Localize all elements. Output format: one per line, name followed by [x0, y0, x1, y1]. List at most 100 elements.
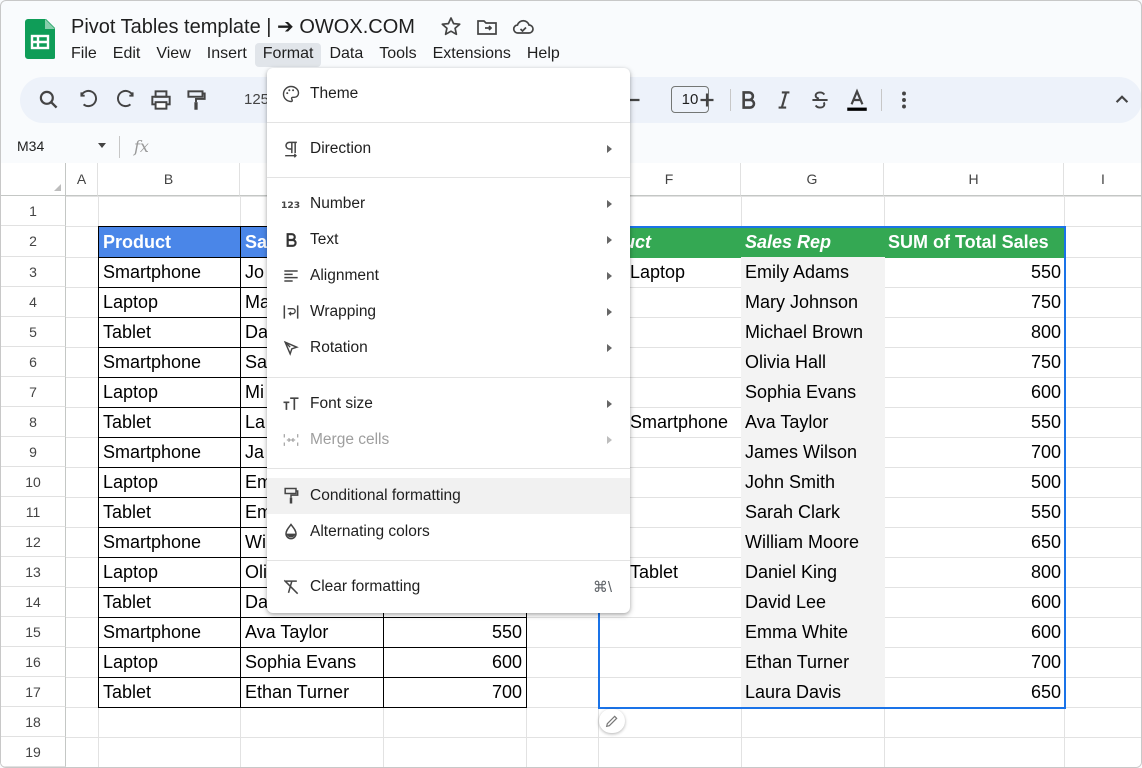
menu-item-alignment[interactable]: Alignment — [267, 258, 630, 294]
table-cell[interactable]: 550 — [383, 617, 527, 648]
pivot-cell[interactable]: 600 — [884, 377, 1065, 408]
row-header-11[interactable]: 11 — [1, 497, 66, 527]
name-box[interactable]: M34 — [17, 138, 44, 154]
menu-item-direction[interactable]: Direction — [267, 131, 630, 167]
menu-item-wrapping[interactable]: Wrapping — [267, 294, 630, 330]
table-cell[interactable]: Tablet — [98, 317, 241, 348]
row-header-9[interactable]: 9 — [1, 437, 66, 467]
table-cell[interactable]: Tablet — [98, 497, 241, 528]
pivot-header-cell[interactable]: Sales Rep — [741, 226, 885, 258]
pivot-cell[interactable]: 750 — [884, 347, 1065, 378]
sheets-logo-icon[interactable] — [25, 19, 55, 59]
pivot-cell[interactable] — [598, 647, 742, 678]
pivot-cell[interactable]: Sophia Evans — [741, 377, 885, 408]
print-icon[interactable] — [148, 87, 174, 113]
row-header-19[interactable]: 19 — [1, 737, 66, 767]
pivot-cell[interactable]: 700 — [884, 437, 1065, 468]
row-header-14[interactable]: 14 — [1, 587, 66, 617]
row-header-4[interactable]: 4 — [1, 287, 66, 317]
collapse-toolbar-icon[interactable] — [1109, 87, 1135, 113]
table-cell[interactable]: Laptop — [98, 467, 241, 498]
menu-item-rotation[interactable]: Rotation — [267, 330, 630, 366]
pivot-cell[interactable]: Laura Davis — [741, 677, 885, 708]
pivot-cell[interactable]: 650 — [884, 677, 1065, 708]
pivot-cell[interactable]: Michael Brown — [741, 317, 885, 348]
row-header-13[interactable]: 13 — [1, 557, 66, 587]
move-folder-icon[interactable] — [475, 15, 499, 39]
pivot-cell[interactable]: 700 — [884, 647, 1065, 678]
pivot-cell[interactable]: Ethan Turner — [741, 647, 885, 678]
column-header-a[interactable]: A — [66, 163, 98, 196]
row-header-10[interactable]: 10 — [1, 467, 66, 497]
edit-pivot-button[interactable] — [599, 709, 625, 733]
pivot-cell[interactable]: 650 — [884, 527, 1065, 558]
pivot-cell[interactable]: William Moore — [741, 527, 885, 558]
table-cell[interactable]: Smartphone — [98, 617, 241, 648]
table-header-cell[interactable]: Product — [98, 226, 241, 258]
row-header-16[interactable]: 16 — [1, 647, 66, 677]
column-header-b[interactable]: B — [98, 163, 240, 196]
table-cell[interactable]: Laptop — [98, 377, 241, 408]
column-header-g[interactable]: G — [741, 163, 884, 196]
pivot-cell[interactable]: 550 — [884, 257, 1065, 288]
menu-edit[interactable]: Edit — [105, 43, 149, 67]
menu-item-alternating-colors[interactable]: Alternating colors — [267, 514, 630, 550]
table-cell[interactable]: Ethan Turner — [240, 677, 384, 708]
text-color-icon[interactable] — [844, 87, 870, 113]
pivot-cell[interactable]: Mary Johnson — [741, 287, 885, 318]
menu-item-merge-cells[interactable]: Merge cells — [267, 422, 630, 458]
pivot-cell[interactable]: Emma White — [741, 617, 885, 648]
strikethrough-icon[interactable] — [807, 87, 833, 113]
table-cell[interactable]: Sophia Evans — [240, 647, 384, 678]
row-header-5[interactable]: 5 — [1, 317, 66, 347]
table-cell[interactable]: Tablet — [98, 587, 241, 618]
document-title[interactable]: Pivot Tables template | ➔ OWOX.COM — [71, 14, 415, 39]
row-header-7[interactable]: 7 — [1, 377, 66, 407]
pivot-cell[interactable]: James Wilson — [741, 437, 885, 468]
column-header-h[interactable]: H — [884, 163, 1064, 196]
menu-insert[interactable]: Insert — [199, 43, 255, 67]
pivot-header-cell[interactable]: SUM of Total Sales — [884, 226, 1065, 258]
column-header-i[interactable]: I — [1064, 163, 1141, 196]
table-cell[interactable]: Ava Taylor — [240, 617, 384, 648]
undo-icon[interactable] — [76, 87, 102, 113]
row-header-12[interactable]: 12 — [1, 527, 66, 557]
pivot-cell[interactable]: 550 — [884, 407, 1065, 438]
pivot-cell[interactable]: Sarah Clark — [741, 497, 885, 528]
cloud-saved-icon[interactable] — [511, 15, 535, 39]
pivot-cell[interactable]: Emily Adams — [741, 257, 885, 288]
italic-icon[interactable] — [771, 87, 797, 113]
name-box-dropdown-icon[interactable] — [98, 143, 106, 148]
pivot-cell[interactable]: 500 — [884, 467, 1065, 498]
menu-item-number[interactable]: 123 Number — [267, 186, 630, 222]
table-cell[interactable]: Smartphone — [98, 347, 241, 378]
menu-extensions[interactable]: Extensions — [425, 43, 519, 67]
pivot-cell[interactable]: 800 — [884, 317, 1065, 348]
menu-tools[interactable]: Tools — [371, 43, 424, 67]
row-header-15[interactable]: 15 — [1, 617, 66, 647]
menu-data[interactable]: Data — [321, 43, 371, 67]
table-cell[interactable]: Laptop — [98, 647, 241, 678]
pivot-cell[interactable]: 600 — [884, 617, 1065, 648]
pivot-cell[interactable]: David Lee — [741, 587, 885, 618]
pivot-cell[interactable]: 550 — [884, 497, 1065, 528]
pivot-cell[interactable]: 750 — [884, 287, 1065, 318]
pivot-cell[interactable]: John Smith — [741, 467, 885, 498]
table-cell[interactable]: 700 — [383, 677, 527, 708]
row-header-1[interactable]: 1 — [1, 196, 66, 226]
menu-format[interactable]: Format — [254, 43, 322, 67]
row-header-6[interactable]: 6 — [1, 347, 66, 377]
table-cell[interactable]: Tablet — [98, 677, 241, 708]
table-cell[interactable]: Smartphone — [98, 257, 241, 288]
table-cell[interactable]: Laptop — [98, 287, 241, 318]
pivot-cell[interactable]: 600 — [884, 587, 1065, 618]
row-header-17[interactable]: 17 — [1, 677, 66, 707]
table-cell[interactable]: Smartphone — [98, 527, 241, 558]
menu-help[interactable]: Help — [519, 43, 568, 67]
menu-item-conditional-formatting[interactable]: Conditional formatting — [267, 478, 630, 514]
more-options-icon[interactable] — [891, 87, 917, 113]
paint-format-icon[interactable] — [183, 87, 209, 113]
pivot-cell[interactable]: Ava Taylor — [741, 407, 885, 438]
menu-item-font-size[interactable]: Font size — [267, 386, 630, 422]
table-cell[interactable]: Smartphone — [98, 437, 241, 468]
